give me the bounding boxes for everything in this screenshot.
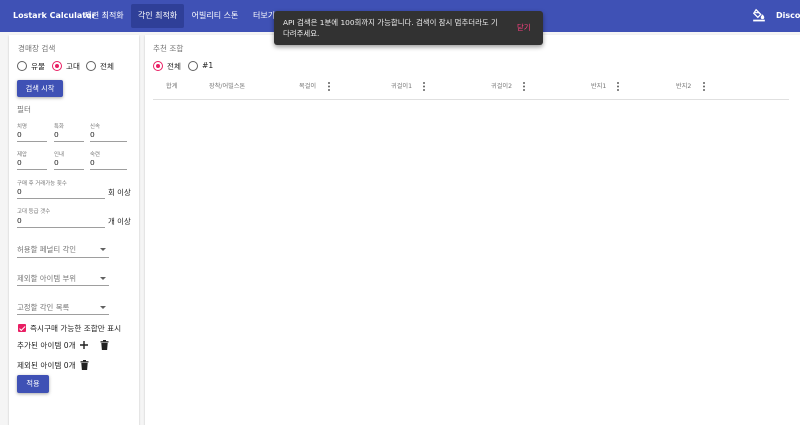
more-vert-icon[interactable] — [422, 82, 425, 92]
stat-dom-input[interactable]: 0 — [17, 158, 22, 167]
ancient-count-suffix: 개 이상 — [108, 217, 131, 226]
stat-exp-input[interactable]: 0 — [90, 158, 95, 167]
col-sum[interactable]: 합계 — [166, 81, 177, 90]
stat-spec-label: 특화 — [54, 124, 64, 130]
col-earring1[interactable]: 귀걸이1 — [391, 81, 412, 90]
stat-end-input[interactable]: 0 — [54, 158, 59, 167]
col-ring2[interactable]: 반지2 — [676, 81, 691, 90]
paint-bucket-icon[interactable] — [752, 8, 766, 22]
search-start-button[interactable]: 검색 시작 — [17, 80, 63, 97]
stat-swift-input[interactable]: 0 — [90, 130, 95, 139]
stat-swift-label: 신속 — [90, 124, 100, 130]
col-necklace[interactable]: 목걸이 — [299, 81, 316, 90]
penalty-select[interactable]: 허용할 페널티 각인 — [17, 244, 76, 255]
more-vert-icon[interactable] — [702, 82, 705, 92]
tab-ability-stone[interactable]: 어빌리티 스톤 — [186, 4, 244, 28]
more-vert-icon[interactable] — [522, 82, 525, 92]
stat-crit-label: 치명 — [17, 124, 27, 130]
results-title: 추천 조합 — [153, 44, 184, 53]
snackbar: API 검색은 1분에 100회까지 가능합니다. 검색이 잠시 멈추더라도 기… — [274, 11, 543, 45]
stat-end-label: 인내 — [54, 152, 64, 158]
chevron-down-icon[interactable] — [100, 248, 106, 251]
exclude-part-select[interactable]: 제외할 아이템 부위 — [17, 273, 76, 284]
added-items-text: 추가된 아이템 0개 — [17, 341, 76, 350]
tab-refine[interactable]: 재련 최적화 — [79, 4, 129, 28]
add-icon[interactable] — [79, 340, 89, 350]
excluded-items-text: 제외된 아이템 0개 — [17, 361, 76, 370]
chevron-down-icon[interactable] — [100, 277, 106, 280]
stat-dom-label: 제압 — [17, 152, 27, 158]
stat-spec-input[interactable]: 0 — [54, 130, 59, 139]
radio-result-1-label: #1 — [202, 61, 214, 70]
tab-more[interactable]: 터보기 — [246, 4, 275, 28]
stat-exp-label: 숙련 — [90, 152, 100, 158]
col-ring1[interactable]: 반지1 — [591, 81, 606, 90]
more-vert-icon[interactable] — [616, 82, 619, 92]
trade-count-label: 구매 후 거래가능 횟수 — [17, 181, 67, 187]
radio-result-1[interactable] — [188, 61, 198, 71]
radio-result-all-label: 전체 — [167, 62, 181, 71]
search-panel: 경매장 검색 유물 고대 전체 검색 시작 필터 치명 0 특화 0 신속 0 … — [9, 35, 139, 425]
trash-icon[interactable] — [80, 360, 89, 370]
col-earring2[interactable]: 귀걸이2 — [491, 81, 512, 90]
radio-all[interactable] — [86, 61, 96, 71]
apply-button[interactable]: 적용 — [17, 375, 49, 393]
radio-ancient[interactable] — [52, 61, 62, 71]
discord-link[interactable]: Discord — [776, 0, 800, 32]
buy-now-checkbox[interactable] — [18, 324, 26, 332]
buy-now-label: 즉시구매 가능한 조합만 표시 — [30, 324, 122, 333]
search-title: 경매장 검색 — [18, 44, 56, 53]
trade-count-input[interactable]: 0 — [17, 187, 22, 196]
snackbar-message: API 검색은 1분에 100회까지 가능합니다. 검색이 잠시 멈추더라도 기… — [283, 18, 498, 38]
radio-all-label: 전체 — [100, 62, 114, 71]
stat-crit-input[interactable]: 0 — [17, 130, 22, 139]
fixed-engraving-select[interactable]: 고정할 각인 목록 — [17, 302, 69, 313]
radio-result-all[interactable] — [153, 61, 163, 71]
col-equip-stone[interactable]: 장착/어빌스톤 — [209, 81, 245, 90]
ancient-count-input[interactable]: 0 — [17, 216, 22, 225]
more-vert-icon[interactable] — [327, 82, 330, 92]
radio-relic-label: 유물 — [31, 62, 45, 71]
filter-title: 필터 — [17, 105, 31, 114]
ancient-count-label: 고대 등급 갯수 — [17, 209, 51, 215]
trade-count-suffix: 회 이상 — [108, 188, 131, 197]
chevron-down-icon[interactable] — [100, 306, 106, 309]
radio-ancient-label: 고대 — [66, 62, 80, 71]
tab-engraving[interactable]: 각인 최적화 — [131, 4, 184, 28]
results-panel: 추천 조합 전체 #1 합계 장착/어빌스톤 목걸이 귀걸이1 귀걸이2 반지1… — [145, 35, 800, 425]
trash-icon[interactable] — [100, 340, 109, 350]
radio-relic[interactable] — [17, 61, 27, 71]
table-header-divider — [153, 99, 789, 100]
snackbar-close-button[interactable]: 닫기 — [517, 22, 531, 33]
